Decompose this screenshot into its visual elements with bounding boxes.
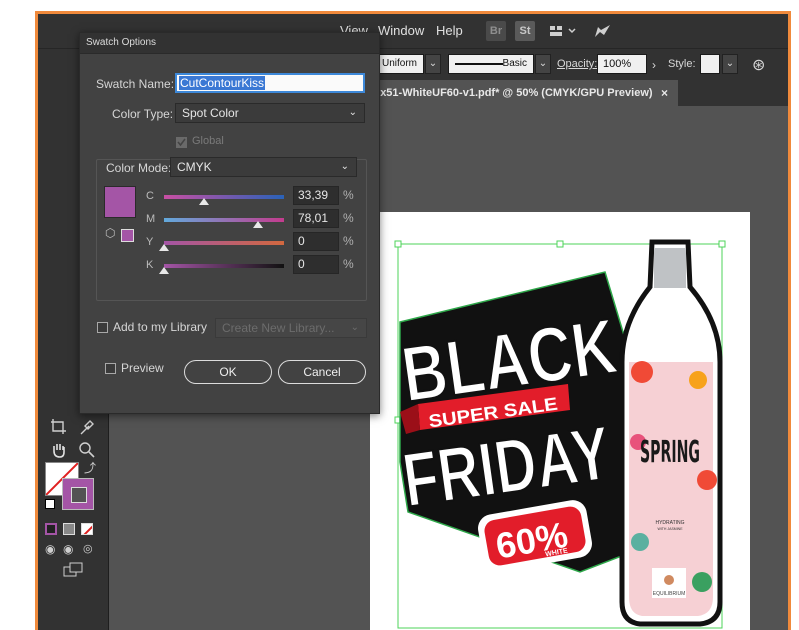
recolor-artwork-icon[interactable]: ⊛ [752,55,765,75]
cube-icon[interactable]: ⬡ [105,226,115,240]
color-type-select[interactable]: Spot Color ⌄ [175,103,365,123]
black-unit: % [343,257,354,271]
swatch-color-preview [104,186,136,218]
rocket-icon[interactable] [589,21,615,41]
workspace-layout-icon[interactable] [547,21,581,41]
in-gamut-swatch[interactable] [121,229,134,242]
black-value[interactable]: 0 [293,255,339,274]
cancel-button[interactable]: Cancel [278,360,366,384]
stroke-swatch[interactable] [62,478,94,510]
library-placeholder: Create New Library... [222,321,335,335]
swatch-name-value: CutContourKiss [179,76,266,90]
global-checkbox[interactable] [176,137,187,148]
artwork[interactable]: EQUILIBRIUM HYDRATING WITH JASMINE SPRIN… [370,212,750,630]
swatch-name-label: Swatch Name: [96,77,175,91]
cyan-slider[interactable] [164,195,284,199]
graphic-style-swatch[interactable] [700,54,720,74]
magenta-unit: % [343,211,354,225]
color-mode-label: Color Mode: [106,161,172,175]
document-title: riday-42x51-WhiteUF60-v1.pdf* @ 50% (CMY… [338,87,653,99]
black-label: K [146,259,154,271]
illustrator-window: View Window Help Br St Uniform ⌄ Basic ⌄… [38,14,788,630]
bottle-tag: HYDRATING [655,520,684,526]
opacity-arrow-icon[interactable]: › [652,58,656,72]
ok-button[interactable]: OK [184,360,272,384]
color-type-value: Spot Color [182,106,239,120]
add-to-library-checkbox[interactable] [97,322,108,333]
dialog-title: Swatch Options [80,33,379,54]
swatch-name-input[interactable]: CutContourKiss [175,73,365,93]
library-select[interactable]: Create New Library... ⌄ [215,318,367,338]
yellow-label: Y [146,236,154,248]
default-colors-icon[interactable] [45,499,55,509]
style-label: Style: [668,58,696,70]
brush-dropdown[interactable]: ⌄ [535,54,551,74]
chevron-down-icon: ⌄ [340,161,349,172]
none-mode-icon[interactable] [81,523,93,535]
document-tab[interactable]: riday-42x51-WhiteUF60-v1.pdf* @ 50% (CMY… [328,80,678,106]
preview-checkbox[interactable] [105,363,116,374]
close-tab-icon[interactable]: × [661,80,668,106]
magenta-slider-thumb[interactable] [252,221,263,228]
cyan-unit: % [343,188,354,202]
stock-icon[interactable]: St [515,21,535,41]
bottle-brand: EQUILIBRIUM [653,591,686,597]
swap-fill-stroke-icon[interactable]: ⤴ [84,459,96,476]
cyan-slider-thumb[interactable] [199,198,210,205]
opacity-input[interactable]: 100% [597,54,647,74]
color-type-label: Color Type: [112,107,174,121]
menu-help[interactable]: Help [436,23,463,38]
black-slider-thumb[interactable] [159,267,169,274]
color-mode-value: CMYK [177,160,212,174]
bottle-word: SPRING [640,435,700,470]
preview-label: Preview [121,361,164,375]
swatch-options-dialog: Swatch Options Swatch Name: CutContourKi… [79,32,380,414]
artboard[interactable]: EQUILIBRIUM HYDRATING WITH JASMINE SPRIN… [370,212,750,630]
color-mode-icon[interactable] [45,523,57,535]
screen-mode-icon[interactable] [63,562,85,583]
stroke-profile-label: Uniform [381,58,417,69]
draw-normal-icon[interactable]: ◉ [45,542,55,556]
global-label: Global [192,135,224,147]
cyan-label: C [146,190,154,202]
draw-inside-icon[interactable]: ◎ [83,542,93,555]
cyan-value[interactable]: 33,39 [293,186,339,205]
draw-behind-icon[interactable]: ◉ [63,542,73,556]
yellow-value[interactable]: 0 [293,232,339,251]
color-mode-group [96,159,367,301]
brush-label: Basic [502,58,527,69]
black-slider[interactable] [164,264,284,268]
opacity-label[interactable]: Opacity: [557,58,597,70]
hand-tool-icon[interactable] [50,441,68,464]
magenta-slider[interactable] [164,218,284,222]
stroke-profile-dropdown[interactable]: ⌄ [425,54,441,74]
yellow-unit: % [343,234,354,248]
chevron-down-icon: ⌄ [348,107,357,118]
brush-definition[interactable]: Basic [448,54,534,74]
yellow-slider[interactable] [164,241,284,245]
eyedropper-tool-icon[interactable] [78,418,96,441]
magenta-value[interactable]: 78,01 [293,209,339,228]
color-mode-select[interactable]: CMYK ⌄ [170,157,357,177]
chevron-down-icon: ⌄ [350,322,359,333]
magenta-label: M [146,213,156,225]
artboard-tool-icon[interactable] [50,418,68,441]
bridge-icon[interactable]: Br [486,21,506,41]
menu-window[interactable]: Window [378,23,424,38]
gradient-mode-icon[interactable] [63,523,75,535]
bottle-tag-sub: WITH JASMINE [657,527,683,531]
add-to-library-label: Add to my Library [113,320,208,334]
graphic-style-dropdown[interactable]: ⌄ [722,54,738,74]
yellow-slider-thumb[interactable] [159,244,169,251]
